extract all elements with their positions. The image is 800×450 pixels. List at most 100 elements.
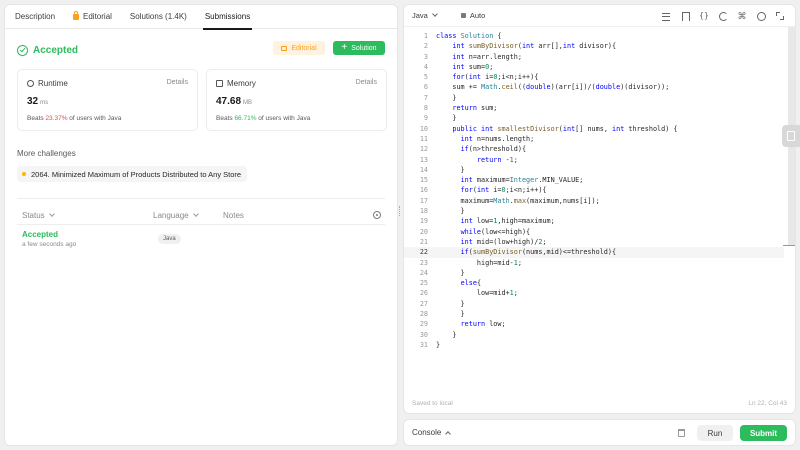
code-line[interactable]: 21 int mid=(low+high)/2; [404,237,784,247]
line-number: 27 [419,299,428,308]
line-number: 15 [419,176,428,185]
code-line[interactable]: 23 high=mid-1; [404,258,784,268]
beats-prefix: Beats [27,115,46,122]
result-header: Accepted Editorial + Solution [17,41,385,59]
column-label: Notes [223,211,244,220]
beats-prefix: Beats [216,115,235,122]
submission-status[interactable]: Accepted [22,230,58,239]
runtime-details-link[interactable]: Details [167,79,188,86]
line-number: 24 [419,268,428,277]
code-line[interactable]: 8 return sum; [404,103,784,113]
code-line[interactable]: 11 int n=nums.length; [404,134,784,144]
code-line[interactable]: 18 } [404,206,784,216]
autocomplete-toggle[interactable]: Auto [460,11,485,20]
code-line[interactable]: 5 for(int i=0;i<n;i++){ [404,72,784,82]
code-line[interactable]: 10 public int smallestDivisor(int[] nums… [404,124,784,134]
code-line[interactable]: 24 } [404,268,784,278]
line-content: sum += Math.ceil((double)(arr[i])/(doubl… [436,83,670,92]
run-button[interactable]: Run [697,425,733,441]
code-line[interactable]: 20 while(low<=high){ [404,227,784,237]
line-number: 1 [423,32,428,40]
console-toggle[interactable]: Console [412,428,452,437]
code-line[interactable]: 16 for(int i=0;i<n;i++){ [404,185,784,195]
line-number: 10 [419,124,428,133]
settings-gear-icon[interactable] [373,211,381,219]
command-icon[interactable]: ⌘ [737,11,747,21]
code-line[interactable]: 14 } [404,165,784,175]
code-line[interactable]: 31} [404,340,784,350]
code-line[interactable]: 3 int n=arr.length; [404,52,784,62]
tab-submissions[interactable]: Submissions [202,5,253,30]
line-content: } [436,340,441,349]
chip-icon [216,80,223,87]
trash-icon[interactable] [678,429,685,437]
code-editor-panel: Java Auto {} ⌘ 1 class Solution {2 int su… [403,4,796,414]
line-content: if(sumByDivisor(nums,mid)<=threshold){ [460,248,617,257]
editorial-button[interactable]: Editorial [273,41,325,55]
code-line[interactable]: 30 } [404,330,784,340]
format-lines-icon[interactable] [661,11,671,21]
gear-icon[interactable] [756,11,766,21]
code-line[interactable]: 9 } [404,113,784,123]
code-line[interactable]: 1 class Solution { [404,31,784,41]
challenge-title: 2064. Minimized Maximum of Products Dist… [31,169,242,179]
line-number: 22 [419,248,428,257]
memory-card[interactable]: Memory Details 47.68 MB Beats 66.71% of u… [206,69,387,131]
code-line[interactable]: 17 maximum=Math.max(maximum,nums[i]); [404,196,784,206]
clock-icon [27,80,34,87]
panel-resize-handle[interactable] [399,206,401,216]
submission-time: a few seconds ago [22,241,77,248]
code-line[interactable]: 13 return -1; [404,155,784,165]
post-solution-button[interactable]: + Solution [333,41,385,55]
line-number: 17 [419,196,428,205]
bookmark-icon[interactable] [680,11,690,21]
code-line[interactable]: 2 int sumByDivisor(int arr[],int divisor… [404,41,784,51]
code-line[interactable]: 6 sum += Math.ceil((double)(arr[i])/(dou… [404,82,784,92]
language-column-header[interactable]: Language [153,211,199,220]
submit-button[interactable]: Submit [740,425,787,441]
line-content: } [436,93,457,102]
line-content: if(n>threshold){ [460,145,527,154]
runtime-card[interactable]: Runtime Details 32 ms Beats 23.37% of use… [17,69,198,131]
challenge-link[interactable]: 2064. Minimized Maximum of Products Dist… [17,166,248,182]
document-icon[interactable] [782,125,800,147]
memory-header: Memory [216,79,256,88]
status-column-header[interactable]: Status [22,211,55,220]
line-number: 6 [423,83,428,92]
code-line[interactable]: 15 int maximum=Integer.MIN_VALUE; [404,175,784,185]
braces-icon[interactable]: {} [699,11,709,21]
line-number: 30 [419,330,428,339]
expand-icon[interactable] [775,11,785,21]
code-line[interactable]: 19 int low=1,high=maximum; [404,216,784,226]
scrollbar-cursor-marker [783,245,795,246]
tab-description[interactable]: Description [15,5,55,29]
check-circle-icon [17,44,28,56]
runtime-label: Runtime [38,79,68,88]
code-line[interactable]: 27 } [404,299,784,309]
code-line[interactable]: 29 return low; [404,319,784,329]
language-selector[interactable]: Java [412,11,438,20]
code-area[interactable]: 1 class Solution {2 int sumByDivisor(int … [404,31,784,350]
tab-solutions[interactable]: Solutions (1.4K) [130,5,187,29]
code-line[interactable]: 22 if(sumByDivisor(nums,mid)<=threshold)… [404,247,784,258]
beats-suffix: of users with Java [256,115,311,122]
memory-beats: Beats 66.71% of users with Java [216,115,310,122]
code-line[interactable]: 28 } [404,309,784,319]
code-line[interactable]: 25 else{ [404,278,784,288]
memory-details-link[interactable]: Details [356,79,377,86]
line-number: 23 [419,258,428,267]
reset-icon[interactable] [718,11,728,21]
line-content: } [436,268,465,277]
chevron-down-icon [192,211,199,217]
code-line[interactable]: 12 if(n>threshold){ [404,144,784,154]
line-number: 28 [419,310,428,319]
chevron-down-icon [432,11,438,17]
line-number: 16 [419,186,428,195]
code-line[interactable]: 4 int sum=0; [404,62,784,72]
code-line[interactable]: 7 } [404,93,784,103]
tab-editorial[interactable]: Editorial [73,5,112,29]
code-line[interactable]: 26 low=mid+1; [404,288,784,298]
runtime-unit: ms [40,100,49,106]
line-number: 7 [423,93,428,102]
line-content: low=mid+1; [436,289,518,298]
